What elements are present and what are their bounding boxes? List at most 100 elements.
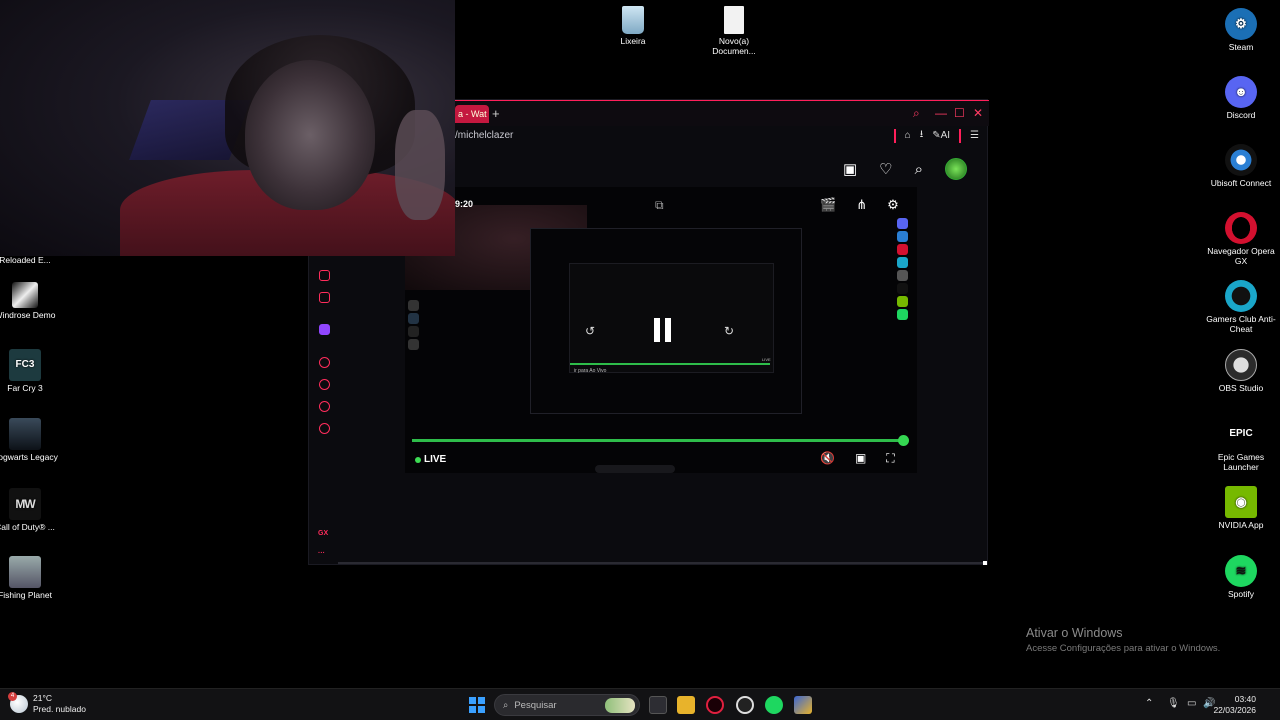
face (245, 60, 375, 210)
nested-desktop-icons (398, 300, 428, 352)
settings-gear-icon[interactable]: ⚙ (887, 197, 899, 213)
desktop-icon-label: Call of Duty® ... (0, 522, 55, 532)
hogwarts-icon (9, 418, 41, 450)
desktop-icon-label: Hogwarts Legacy (0, 452, 58, 462)
ubisoft-icon (1225, 144, 1257, 176)
clock[interactable]: 03:40 22/03/2026 (1213, 694, 1256, 716)
sidebar-icon-1[interactable] (319, 270, 330, 281)
more-icon[interactable]: ··· (318, 550, 325, 557)
download-icon[interactable]: ⭳ (920, 127, 924, 144)
desktop-icon-steam[interactable]: ⚙ Steam (1206, 8, 1276, 52)
forward-icon: ↻ (724, 324, 735, 338)
desktop-icon-label: Novo(a) Documen... (712, 36, 756, 56)
app-taskbar-icon[interactable] (794, 696, 812, 714)
mute-icon[interactable]: 🔇 (820, 451, 835, 466)
network-icon[interactable]: ▭ (1187, 698, 1196, 709)
desktop-icon-recycle-bin[interactable]: Lixeira (598, 6, 668, 46)
nested-desktop-icons-right (887, 218, 917, 322)
cloud-icon: 4 (8, 692, 28, 713)
desktop-icon-reloaded[interactable]: Reloaded E... (0, 255, 60, 265)
desktop-icon-obs[interactable]: OBS Studio (1206, 349, 1276, 393)
maximize-button[interactable]: ☐ (954, 106, 965, 120)
file-explorer-icon[interactable] (677, 696, 695, 714)
search-icon[interactable]: ⌕ (913, 106, 920, 121)
gx-icon[interactable]: GX (318, 530, 328, 537)
avatar[interactable] (945, 158, 967, 180)
history-icon[interactable] (319, 379, 330, 390)
desktop-icon-windrose[interactable]: Windrose Demo (0, 282, 60, 320)
clips-icon[interactable]: ▣ (843, 160, 857, 178)
rewind-icon: ↺ (585, 324, 596, 338)
desktop-icon-spotify[interactable]: ≋ Spotify (1206, 555, 1276, 599)
desktop-icon-opera-gx[interactable]: Navegador Opera GX (1206, 212, 1276, 266)
live-indicator[interactable]: LIVE (415, 454, 446, 465)
browser-sidebar: GX ··· (309, 250, 339, 570)
hand (395, 110, 445, 220)
stream-time: 9:20 (455, 199, 474, 209)
obs-icon (1225, 349, 1257, 381)
extensions-icon[interactable] (319, 401, 330, 412)
desktop-icon-cod[interactable]: MW Call of Duty® ... (0, 488, 60, 532)
pip-icon[interactable]: ▣ (855, 451, 866, 466)
desktop-icon-label: OBS Studio (1218, 383, 1264, 393)
desktop-icon-discord[interactable]: ☻ Discord (1206, 76, 1276, 120)
clip-icon[interactable]: 🎬 (820, 197, 836, 213)
nested-taskbar (595, 465, 675, 473)
watermark-subtitle: Acesse Configurações para ativar o Windo… (1026, 643, 1221, 654)
fullscreen-icon[interactable]: ⛶ (886, 451, 894, 466)
gamers-club-icon (1225, 280, 1257, 312)
desktop-icon-farcry3[interactable]: FC3 Far Cry 3 (0, 349, 60, 393)
desktop-icon-gamers-club[interactable]: Gamers Club Anti-Cheat (1206, 280, 1276, 334)
menu-icon[interactable]: ☰ (970, 130, 979, 141)
obs-taskbar-icon[interactable] (736, 696, 754, 714)
minimize-button[interactable]: — (935, 106, 947, 120)
progress-knob[interactable] (898, 435, 909, 446)
twitch-icon[interactable] (319, 324, 330, 335)
start-button[interactable] (469, 697, 485, 713)
search-placeholder: Pesquisar (514, 699, 557, 711)
microphone-icon[interactable]: 🎙 (1167, 698, 1180, 709)
ai-button[interactable]: ✎AI (932, 130, 950, 141)
desktop-icon-epic[interactable]: EPIC Epic Games Launcher (1206, 418, 1276, 472)
pause-icon (654, 318, 672, 342)
settings-icon[interactable] (319, 423, 330, 434)
new-tab-button[interactable]: + (492, 106, 500, 121)
browser-tab[interactable]: a - Wat (455, 105, 489, 123)
search-icon[interactable]: ⌕ (915, 161, 923, 178)
opera-gx-icon (1225, 212, 1257, 244)
search-box[interactable]: ⌕ Pesquisar (494, 694, 640, 716)
popout-icon[interactable]: ⧉ (655, 198, 664, 213)
nvidia-icon: ◉ (1225, 486, 1257, 518)
heart-icon[interactable]: ♡ (879, 160, 892, 178)
desktop-icon-new-document[interactable]: Novo(a) Documen... (699, 6, 769, 56)
desktop-icon-nvidia[interactable]: ◉ NVIDIA App (1206, 486, 1276, 530)
player-top-icons: 🎬 ⋔ ⚙ (820, 197, 899, 213)
activation-watermark: Ativar o Windows Acesse Configurações pa… (1026, 626, 1220, 654)
close-button[interactable]: ✕ (973, 106, 983, 120)
clock-date: 22/03/2026 (1213, 705, 1256, 715)
farcry3-icon: FC3 (9, 349, 41, 381)
lock-icon[interactable]: ⌂ (905, 130, 911, 141)
opera-gx-taskbar-icon[interactable] (706, 696, 724, 714)
nested-live-badge: LIVE (762, 357, 771, 362)
share-icon[interactable]: ⋔ (856, 197, 867, 213)
desktop-icon-ubisoft[interactable]: Ubisoft Connect (1206, 144, 1276, 188)
weather-widget[interactable]: 4 21°C Pred. nublado (8, 692, 86, 715)
player-icon[interactable] (319, 357, 330, 368)
clock-time: 03:40 (1234, 694, 1256, 704)
progress-bar[interactable] (412, 439, 904, 442)
webcam-overlay (0, 0, 455, 256)
search-highlight-image (605, 698, 635, 713)
address-bar[interactable]: /michelclazer (455, 130, 513, 141)
browser-toolbar: ⌂ ⭳ ✎AI ☰ (893, 127, 979, 144)
search-icon: ⌕ (503, 699, 509, 711)
task-view-icon[interactable] (649, 696, 667, 714)
desktop-icon-hogwarts[interactable]: Hogwarts Legacy (0, 418, 60, 462)
sidebar-icon-2[interactable] (319, 292, 330, 303)
chevron-up-icon[interactable]: ⌃ (1145, 698, 1153, 709)
spotify-taskbar-icon[interactable] (765, 696, 783, 714)
cod-icon: MW (9, 488, 41, 520)
nested-live-text: ir para Ao Vivo (574, 368, 607, 374)
resize-handle[interactable] (983, 561, 987, 565)
desktop-icon-fishing[interactable]: Fishing Planet (0, 556, 60, 600)
